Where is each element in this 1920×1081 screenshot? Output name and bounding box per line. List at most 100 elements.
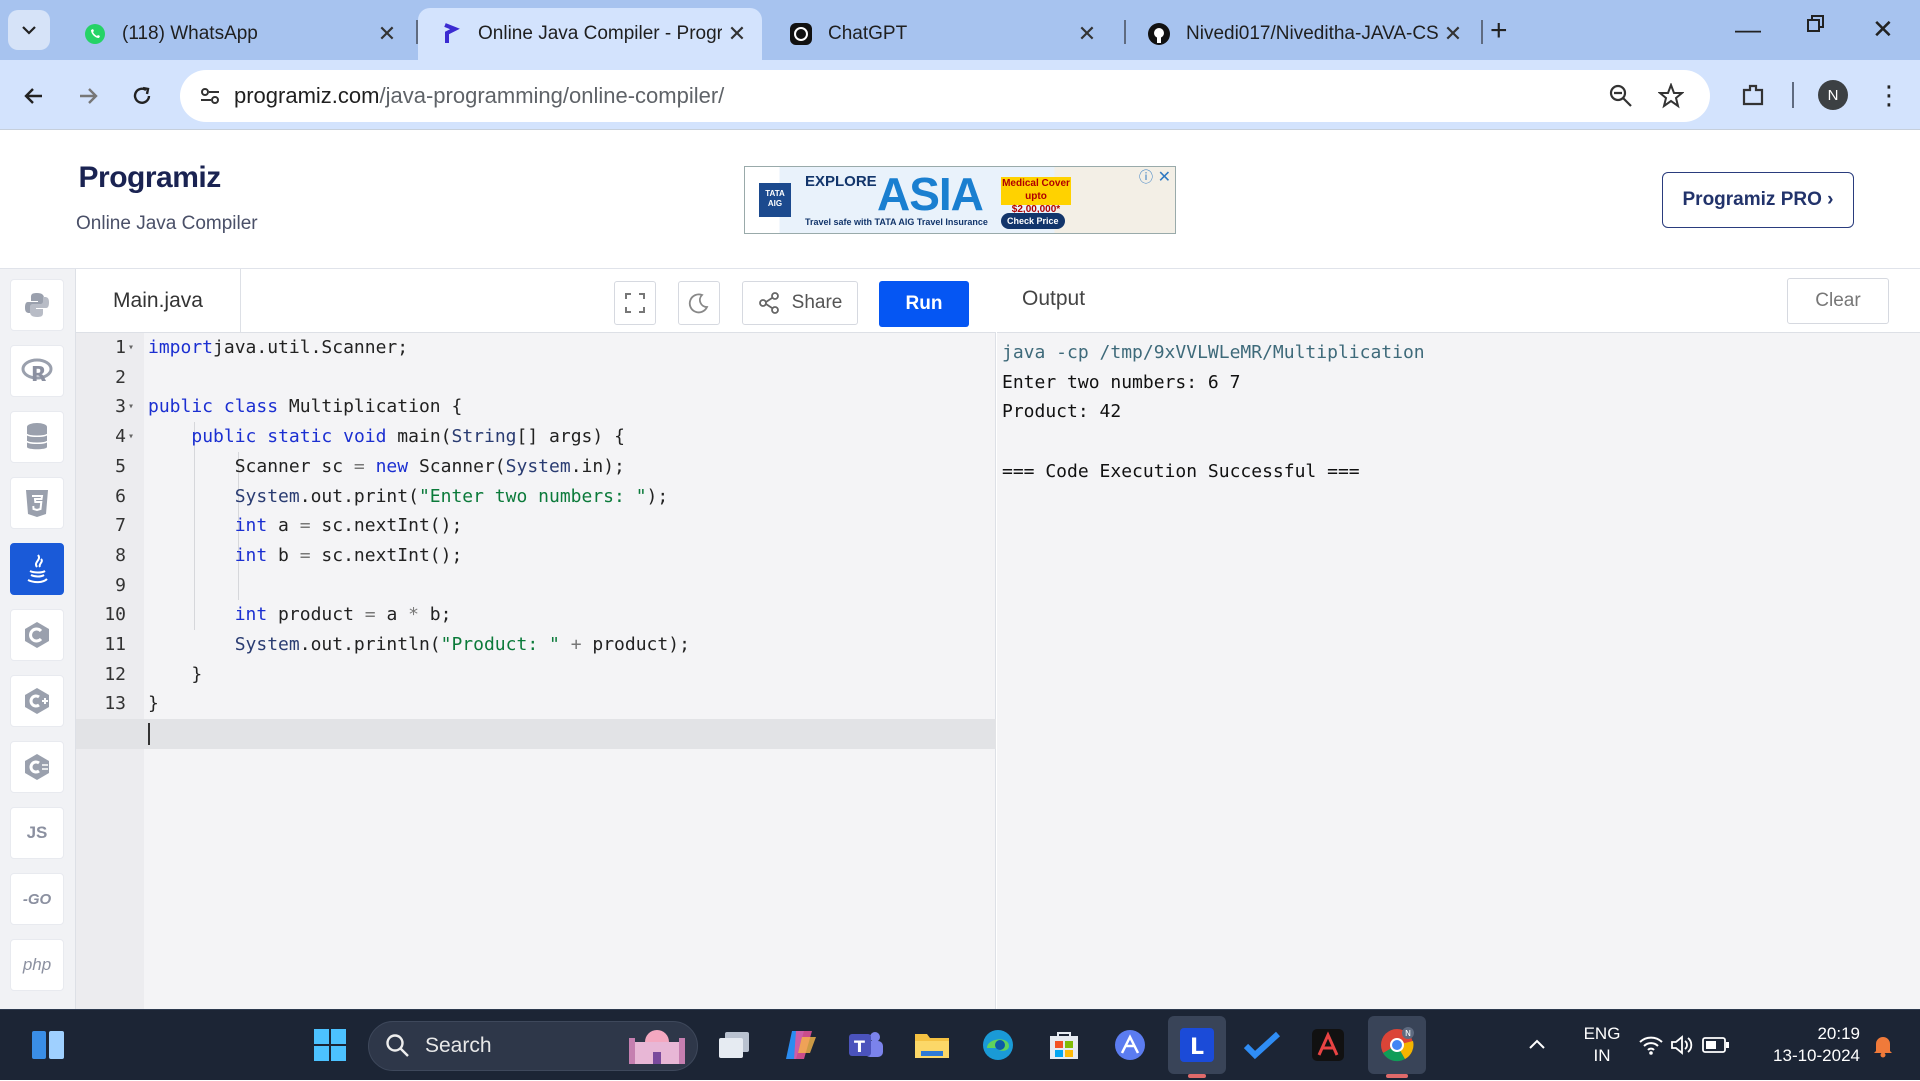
app-button[interactable] — [1108, 1023, 1152, 1067]
c-icon[interactable] — [10, 609, 64, 661]
html5-icon[interactable] — [10, 477, 64, 529]
code-token: new — [375, 455, 409, 477]
forward-button[interactable] — [70, 78, 106, 114]
code-token: void — [343, 426, 387, 448]
start-button[interactable] — [308, 1023, 352, 1067]
programiz-pro-button[interactable]: Programiz PRO › — [1662, 172, 1854, 228]
l-app-button[interactable]: L — [1168, 1016, 1226, 1074]
python-icon[interactable] — [10, 279, 64, 331]
code-token: .out.print( — [299, 485, 419, 507]
browser-menu-icon[interactable]: ⋮ — [1876, 80, 1902, 110]
tab-github[interactable]: Nivedi017/Niveditha-JAVA-CSA ✕ — [1126, 8, 1478, 60]
line-number: 1 — [115, 337, 126, 358]
active-line-highlight — [76, 719, 996, 749]
tab-title: (118) WhatsApp — [122, 23, 258, 44]
copilot-icon — [786, 1031, 816, 1059]
task-view-button[interactable] — [712, 1023, 756, 1067]
taskbar-search[interactable]: Search — [368, 1021, 698, 1071]
profile-avatar[interactable]: N — [1818, 80, 1848, 110]
running-indicator — [1188, 1074, 1206, 1078]
microsoft-store-button[interactable] — [1042, 1023, 1086, 1067]
code-token: System — [234, 634, 300, 655]
ad-cover-text: Medical Cover upto $2,00,000* — [1001, 177, 1071, 215]
address-bar[interactable]: programiz.com/java-programming/online-co… — [180, 70, 1710, 122]
code-token: } — [148, 693, 159, 715]
edge-button[interactable] — [976, 1023, 1020, 1067]
cpp-icon[interactable] — [10, 675, 64, 727]
dark-mode-button[interactable] — [678, 281, 720, 325]
copilot-button[interactable] — [778, 1023, 822, 1067]
tab-title: Nivedi017/Niveditha-JAVA-CSA — [1186, 23, 1438, 44]
todo-button[interactable] — [1240, 1023, 1284, 1067]
line-number: 5 — [115, 455, 126, 477]
volume-icon[interactable] — [1670, 1034, 1694, 1056]
go-icon[interactable]: -GO — [10, 873, 64, 925]
advertisement-banner[interactable]: TATA AIG EXPLORE ASIA Medical Cover upto… — [744, 166, 1176, 234]
programiz-logo[interactable]: PProgramiz — [78, 161, 221, 195]
code-token: Scanner sc — [148, 455, 354, 477]
code-editor[interactable]: 1▾23▾4▾567891011121314 importjava.util.S… — [76, 333, 996, 1009]
new-tab-button[interactable]: + — [1490, 14, 1508, 48]
fold-toggle-icon[interactable]: ▾ — [128, 333, 134, 363]
fullscreen-button[interactable] — [614, 281, 656, 325]
task-view-icon — [719, 1032, 749, 1058]
site-info-icon[interactable] — [198, 84, 222, 108]
chevron-up-icon[interactable] — [1526, 1034, 1548, 1056]
fold-toggle-icon[interactable]: ▾ — [128, 422, 134, 452]
code-token: product — [267, 604, 365, 626]
file-explorer-button[interactable] — [910, 1023, 954, 1067]
code-token: [] args) { — [516, 426, 625, 448]
fullscreen-icon — [625, 293, 645, 313]
close-tab-icon[interactable]: ✕ — [1072, 21, 1102, 47]
windows-taskbar: Search T L N ENG IN 20:19 13-10-2024 — [0, 1009, 1920, 1080]
line-number-gutter: 1▾23▾4▾567891011121314 — [76, 333, 144, 1009]
clock[interactable]: 20:19 13-10-2024 — [1750, 1023, 1860, 1067]
file-tab-main-java[interactable]: Main.java — [76, 269, 241, 333]
close-tab-icon[interactable]: ✕ — [372, 21, 402, 47]
tab-search-button[interactable] — [8, 10, 50, 50]
run-button[interactable]: Run — [879, 281, 969, 327]
chrome-button[interactable]: N — [1368, 1016, 1426, 1074]
output-console[interactable]: java -cp /tmp/9xVVLWLeMR/Multiplication E… — [997, 333, 1920, 1009]
csharp-icon[interactable] — [10, 741, 64, 793]
wifi-icon[interactable] — [1638, 1034, 1664, 1056]
line-number: 11 — [104, 634, 126, 655]
sql-icon[interactable] — [10, 411, 64, 463]
ad-info-icon[interactable]: ⓘ — [1139, 167, 1153, 187]
input-language[interactable]: ENG IN — [1572, 1023, 1632, 1067]
url-text[interactable]: programiz.com/java-programming/online-co… — [234, 83, 724, 109]
r-icon[interactable]: R — [10, 345, 64, 397]
minimize-button[interactable]: — — [1735, 14, 1761, 45]
restore-button[interactable] — [1806, 14, 1826, 34]
js-icon[interactable]: JS — [10, 807, 64, 859]
tab-chatgpt[interactable]: ChatGPT ✕ — [768, 8, 1112, 60]
java-icon[interactable] — [10, 543, 64, 595]
adobe-button[interactable] — [1306, 1023, 1350, 1067]
ad-cta-button[interactable]: Check Price — [1001, 213, 1065, 229]
teams-button[interactable]: T — [844, 1023, 888, 1067]
reload-button[interactable] — [124, 78, 160, 114]
fold-toggle-icon[interactable]: ▾ — [128, 392, 134, 422]
widgets-button[interactable] — [26, 1023, 70, 1067]
github-icon — [1146, 21, 1172, 47]
code-token: System — [505, 455, 571, 477]
bookmark-star-icon[interactable] — [1658, 83, 1684, 109]
php-icon[interactable]: php — [10, 939, 64, 991]
notification-bell-icon[interactable] — [1872, 1034, 1894, 1058]
battery-icon[interactable] — [1702, 1036, 1730, 1054]
close-window-button[interactable]: ✕ — [1872, 14, 1894, 45]
close-tab-icon[interactable]: ✕ — [722, 21, 752, 47]
extensions-icon[interactable] — [1740, 82, 1766, 108]
back-button[interactable] — [16, 78, 52, 114]
reload-icon — [133, 86, 151, 104]
code-token: int — [234, 544, 268, 566]
share-button[interactable]: Share — [742, 281, 858, 325]
zoom-icon[interactable] — [1608, 83, 1634, 109]
tab-programiz[interactable]: Online Java Compiler - Programiz ✕ — [418, 8, 762, 60]
ad-close-icon[interactable]: ✕ — [1158, 167, 1171, 187]
tab-whatsapp[interactable]: (118) WhatsApp ✕ — [62, 8, 412, 60]
clear-button[interactable]: Clear — [1787, 278, 1889, 324]
close-tab-icon[interactable]: ✕ — [1438, 21, 1468, 47]
